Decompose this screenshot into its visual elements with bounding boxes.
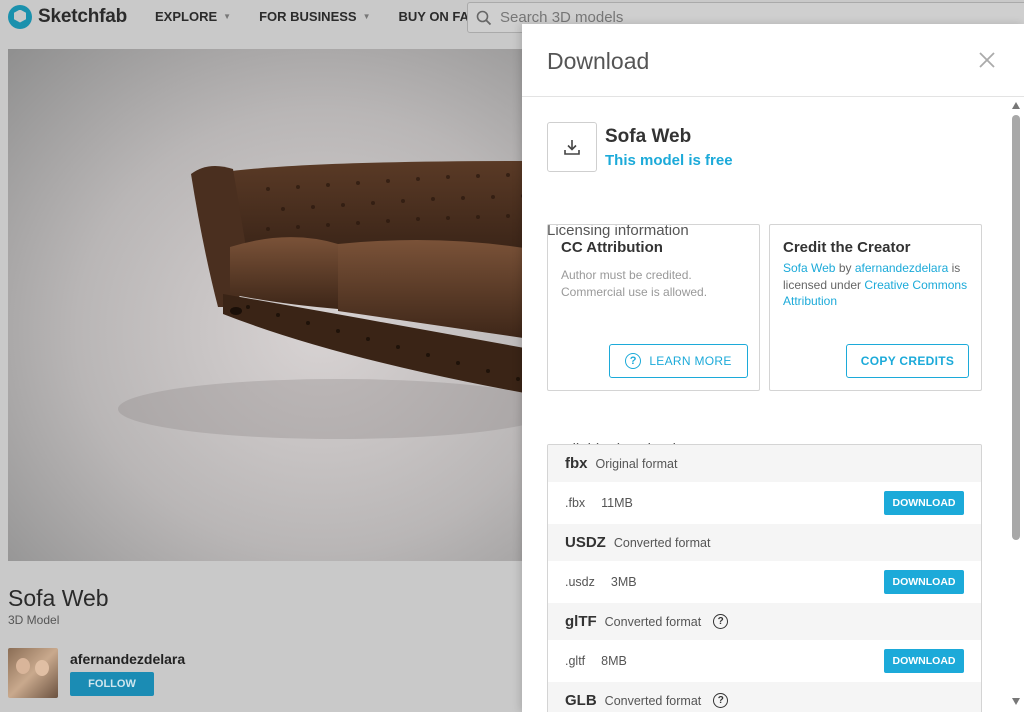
download-modal: Download Sofa Web This model is free Lic… — [522, 24, 1024, 712]
download-icon — [564, 140, 580, 155]
credit-author-link[interactable]: afernandezdelara — [855, 261, 948, 275]
chevron-down-icon: ▼ — [223, 12, 232, 21]
credit-title: Credit the Creator — [783, 239, 911, 256]
credit-text: Sofa Web by afernandezdelara is licensed… — [783, 260, 978, 310]
scroll-down-arrow-icon[interactable] — [1012, 698, 1020, 705]
copy-credits-button[interactable]: COPY CREDITS — [846, 344, 969, 378]
format-extension: .usdz — [565, 575, 595, 589]
model-viewer[interactable] — [8, 49, 530, 561]
chevron-down-icon: ▼ — [362, 12, 371, 21]
question-circle-icon[interactable]: ? — [713, 693, 729, 708]
license-desc-line2: Commercial use is allowed. — [561, 285, 708, 299]
learn-more-label: LEARN MORE — [649, 354, 732, 368]
author-name[interactable]: afernandezdelara — [70, 651, 185, 667]
avatar[interactable] — [8, 648, 58, 698]
format-header-glb: GLB Converted format ? — [548, 682, 981, 712]
format-header-fbx: fbx Original format — [548, 445, 981, 482]
format-header-gltf: glTF Converted format ? — [548, 603, 981, 640]
format-type: Converted format — [604, 614, 702, 629]
format-row-gltf: .gltf 8MB DOWNLOAD — [548, 640, 981, 682]
download-fbx-button[interactable]: DOWNLOAD — [884, 491, 964, 515]
downloads-list: fbx Original format .fbx 11MB DOWNLOAD U… — [547, 444, 982, 712]
format-name: USDZ — [565, 534, 606, 551]
format-type: Converted format — [604, 693, 702, 708]
download-icon-box — [547, 122, 597, 172]
scroll-up-arrow-icon[interactable] — [1012, 102, 1020, 109]
free-model-label: This model is free — [605, 152, 733, 169]
format-size: 8MB — [601, 654, 627, 668]
learn-more-button[interactable]: ? LEARN MORE — [609, 344, 748, 378]
scrollbar-thumb[interactable] — [1012, 115, 1020, 540]
download-usdz-button[interactable]: DOWNLOAD — [884, 570, 964, 594]
model-title: Sofa Web — [8, 585, 109, 611]
license-card: CC Attribution Author must be credited. … — [547, 224, 760, 391]
credit-model-link[interactable]: Sofa Web — [783, 261, 835, 275]
search-icon — [476, 10, 492, 25]
nav-explore-label: EXPLORE — [155, 9, 218, 24]
question-circle-icon: ? — [625, 353, 642, 369]
credit-card: Credit the Creator Sofa Web by afernande… — [769, 224, 982, 391]
format-extension: .gltf — [565, 654, 586, 668]
format-name: fbx — [565, 455, 588, 472]
brand-name: Sketchfab — [38, 5, 128, 27]
nav-explore[interactable]: EXPLORE ▼ — [155, 9, 231, 24]
format-type: Original format — [595, 456, 678, 471]
model-subtitle: 3D Model — [8, 613, 60, 627]
credit-by: by — [838, 261, 852, 275]
license-title: CC Attribution — [561, 239, 663, 256]
modal-header: Download — [522, 24, 1024, 97]
follow-button[interactable]: FOLLOW — [70, 672, 154, 696]
modal-body: Sofa Web This model is free Licensing in… — [522, 98, 1024, 712]
format-size: 11MB — [601, 496, 633, 510]
license-desc-line1: Author must be credited. — [561, 268, 692, 282]
modal-scrollbar[interactable] — [1010, 98, 1022, 712]
format-name: GLB — [565, 692, 597, 709]
format-row-usdz: .usdz 3MB DOWNLOAD — [548, 561, 981, 603]
brand-logo-link[interactable]: Sketchfab — [8, 4, 128, 29]
format-extension: .fbx — [565, 496, 586, 510]
nav-for-business-label: FOR BUSINESS — [259, 9, 357, 24]
format-size: 3MB — [610, 575, 637, 589]
modal-title: Download — [547, 48, 650, 74]
format-header-usdz: USDZ Converted format — [548, 524, 981, 561]
download-gltf-button[interactable]: DOWNLOAD — [884, 649, 964, 673]
format-type: Converted format — [613, 535, 711, 550]
sofa-model-image — [118, 161, 530, 439]
close-icon[interactable] — [978, 51, 996, 69]
modal-model-name: Sofa Web — [605, 126, 692, 147]
sketchfab-logo-icon — [8, 4, 32, 29]
nav-for-business[interactable]: FOR BUSINESS ▼ — [259, 9, 370, 24]
format-row-fbx: .fbx 11MB DOWNLOAD — [548, 482, 981, 524]
question-circle-icon[interactable]: ? — [713, 614, 729, 629]
format-name: glTF — [565, 613, 597, 630]
license-description: Author must be credited. Commercial use … — [561, 267, 751, 301]
